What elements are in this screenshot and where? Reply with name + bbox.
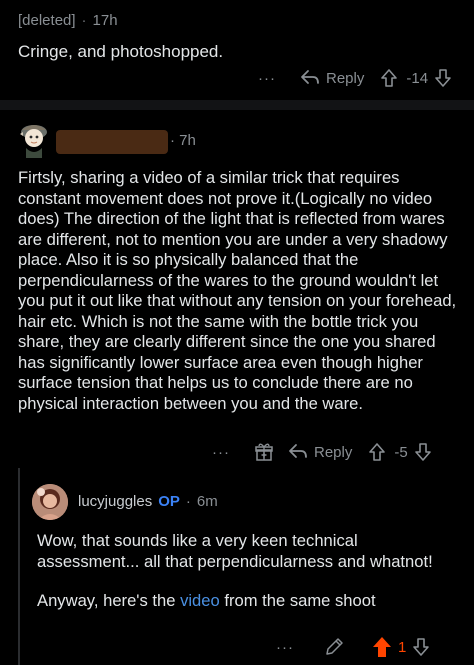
more-options-button[interactable]: ··· <box>276 639 294 656</box>
comment-actions: ··· Reply -5 <box>212 442 432 462</box>
vote-score: 1 <box>398 638 407 656</box>
reply-button[interactable]: Reply <box>288 443 352 461</box>
reply-label: Reply <box>314 443 353 461</box>
comment-meta: · 7h <box>170 132 196 149</box>
upvote-arrow-icon[interactable] <box>372 636 392 658</box>
more-options-button[interactable]: ··· <box>212 444 230 461</box>
avatar[interactable] <box>14 118 54 158</box>
comment-paragraph: Wow, that sounds like a very keen techni… <box>37 531 433 571</box>
vote-score: -14 <box>406 69 429 87</box>
downvote-arrow-icon[interactable] <box>434 68 452 88</box>
avatar[interactable] <box>32 484 68 520</box>
comment-paragraph: Anyway, here's the video from the same s… <box>37 590 457 611</box>
text-segment: Anyway, here's the <box>37 591 181 610</box>
video-link[interactable]: video <box>180 591 220 610</box>
comment-body: Cringe, and photoshopped. <box>18 42 224 61</box>
comment-meta: lucyjuggles OP · 6m <box>78 493 218 510</box>
edit-pencil-icon[interactable] <box>324 637 344 657</box>
comment-actions: ··· 1 <box>276 636 430 658</box>
comment-time: 17h <box>92 12 118 29</box>
comment-time: 7h <box>179 132 196 149</box>
comment-deleted: [deleted] · 17h Cringe, and photoshopped… <box>0 0 474 100</box>
more-options-button[interactable]: ··· <box>258 70 276 87</box>
op-badge: OP <box>158 493 180 510</box>
comment-meta: [deleted] · 17h <box>18 12 118 29</box>
reply-arrow-icon <box>301 70 319 84</box>
upvote-arrow-icon[interactable] <box>368 442 386 462</box>
redacted-username <box>56 130 168 154</box>
comment-body: Wow, that sounds like a very keen techni… <box>37 530 457 629</box>
upvote-arrow-icon[interactable] <box>380 68 398 88</box>
text-segment: from the same shoot <box>219 591 376 610</box>
comment-reply: lucyjuggles OP · 6m Wow, that sounds lik… <box>20 468 474 665</box>
comment-divider <box>0 100 474 110</box>
meta-separator: · <box>185 493 191 510</box>
meta-separator: · <box>81 12 87 29</box>
downvote-arrow-icon[interactable] <box>414 442 432 462</box>
vote-score: -5 <box>394 443 408 461</box>
award-gift-icon[interactable] <box>254 442 274 462</box>
comment-author[interactable]: lucyjuggles <box>78 493 152 510</box>
comment-author[interactable]: [deleted] <box>18 12 76 29</box>
comment-time: 6m <box>196 493 218 510</box>
comment-body: Firtsly, sharing a video of a similar tr… <box>18 168 457 413</box>
comment-actions: ··· Reply -14 <box>258 68 452 88</box>
meta-separator: · <box>170 132 175 149</box>
reply-arrow-icon <box>289 444 307 458</box>
downvote-arrow-icon[interactable] <box>412 637 430 657</box>
reply-label: Reply <box>326 69 365 87</box>
reply-button[interactable]: Reply <box>300 69 364 87</box>
